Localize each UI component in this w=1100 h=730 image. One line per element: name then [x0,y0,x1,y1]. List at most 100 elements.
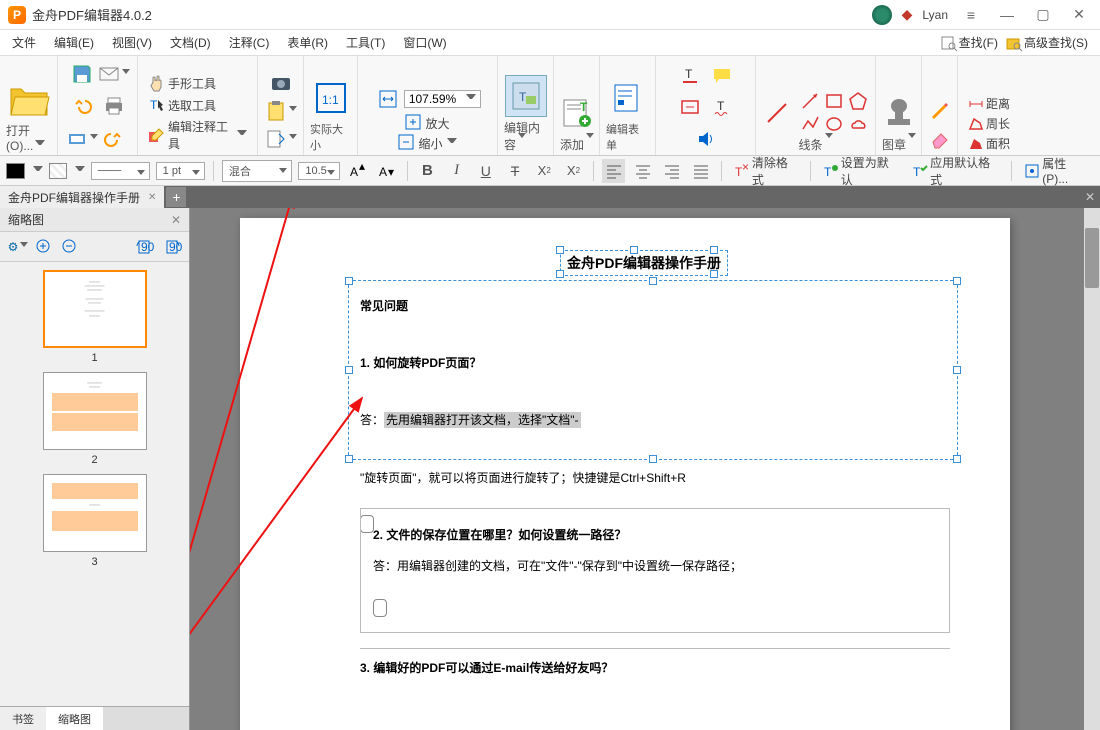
superscript-icon[interactable]: X2 [562,159,585,183]
menu-file[interactable]: 文件 [12,34,36,51]
eraser-icon[interactable] [926,125,954,153]
properties[interactable]: 属性(P)... [1020,154,1094,187]
bookmarks-tab[interactable]: 书签 [0,707,46,730]
canvas[interactable]: 金舟PDF编辑器操作手册 常见问题 1. 如何旋转PDF页面？ 答：先用编辑器打… [190,208,1100,730]
font-size[interactable]: 10.5 [298,162,340,180]
find-button[interactable]: 查找(F) [941,34,998,51]
open-icon[interactable] [8,78,50,120]
zoom-out[interactable]: 缩小 [394,133,460,153]
close-tab-icon[interactable]: ✕ [148,192,156,203]
hand-tool[interactable]: 手形工具 [144,73,220,93]
rotate-cw-icon[interactable]: 90 [161,237,181,257]
stamp-label[interactable]: 图章 [882,134,915,153]
mail-icon[interactable] [100,60,128,88]
new-tab-button[interactable]: + [166,187,186,207]
increase-font-icon[interactable]: A▴ [346,159,369,183]
edit-form-icon[interactable] [607,77,649,119]
doc-body[interactable]: 常见问题 1. 如何旋转PDF页面？ 答：先用编辑器打开该文档，选择"文档"- … [360,292,950,537]
set-default[interactable]: T设置为默认 [819,153,902,189]
font-family[interactable]: 混合 [222,160,293,182]
clear-format[interactable]: T×清除格式 [730,153,802,189]
open-label[interactable]: 打开(O)... [6,120,51,153]
print-icon[interactable] [100,92,128,120]
add-label[interactable]: 添加 [560,134,593,153]
apply-default[interactable]: T应用默认格式 [908,153,1003,189]
highlighter-icon[interactable]: T [676,56,704,57]
rotate-ccw-icon[interactable]: 90 [135,237,155,257]
menu-icon[interactable]: ≡ [958,2,984,28]
sidebar-close-icon[interactable]: ✕ [171,213,181,227]
squiggle-icon[interactable]: T [708,93,736,121]
area-tool[interactable]: 面积 [964,134,1014,153]
align-justify-icon[interactable] [690,159,713,183]
avatar[interactable] [872,5,892,25]
doc-tab[interactable]: 金舟PDF编辑器操作手册✕ [0,186,164,208]
align-left-icon[interactable] [602,159,625,183]
fit-width-icon[interactable] [374,85,402,113]
line-icon[interactable] [764,100,790,126]
bold-icon[interactable]: B [416,159,439,183]
thumb-3[interactable]: ━━━━━━3 [40,474,150,568]
menu-doc[interactable]: 文档(D) [170,34,211,51]
clipboard-icon[interactable] [267,97,295,125]
minimize-button[interactable]: — [994,2,1020,28]
thumbnails-tab[interactable]: 缩略图 [46,707,103,730]
save-icon[interactable] [68,60,96,88]
ellipse-icon[interactable] [824,114,844,134]
textbox-icon[interactable]: T [708,56,736,57]
section-2[interactable]: 2. 文件的保存位置在哪里？如何设置统一路径？ 答：用编辑器创建的文档，可在"文… [360,508,950,633]
actual-size-icon[interactable]: 1:1 [310,77,352,119]
scan-icon[interactable] [68,125,96,153]
section-3[interactable]: 3. 编辑好的PDF可以通过E-mail传送给好友吗？ [360,648,950,676]
gear-icon[interactable]: ⚙ [8,237,28,257]
menu-form[interactable]: 表单(R) [287,34,328,51]
redo-icon[interactable] [100,125,128,153]
cloud-icon[interactable] [848,114,868,134]
menu-comment[interactable]: 注释(C) [229,34,270,51]
poly-icon[interactable] [848,91,868,111]
thumb-2[interactable]: ━━━━━━━━━━━━━━2 [40,372,150,466]
strike-icon[interactable]: T [503,159,526,183]
maximize-button[interactable]: ▢ [1030,2,1056,28]
lines-label[interactable]: 线条 [798,134,832,153]
undo-icon[interactable] [68,92,96,120]
doc-heading[interactable]: 金舟PDF编辑器操作手册 [560,250,728,276]
align-center-icon[interactable] [631,159,654,183]
menu-tools[interactable]: 工具(T) [346,34,385,51]
distance-tool[interactable]: 距离 [964,94,1014,113]
link-icon[interactable] [676,93,704,121]
sound-icon[interactable] [692,125,720,153]
add-icon[interactable]: T [556,92,598,134]
zoom-in-thumb-icon[interactable] [34,237,54,257]
camera-icon[interactable] [267,69,295,97]
close-button[interactable]: ✕ [1066,2,1092,28]
scrollbar-vertical[interactable] [1084,208,1100,730]
zoom-out-thumb-icon[interactable] [60,237,80,257]
align-right-icon[interactable] [660,159,683,183]
attach-icon[interactable] [267,125,295,153]
underline-icon[interactable]: T [676,61,704,89]
tabs-close-icon[interactable]: ✕ [1080,187,1100,207]
polyline-icon[interactable] [800,114,820,134]
menu-edit[interactable]: 编辑(E) [54,34,94,51]
menu-view[interactable]: 视图(V) [112,34,152,51]
zoom-in[interactable]: 放大 [401,113,453,133]
username[interactable]: Lyan [922,8,948,22]
decrease-font-icon[interactable]: A▾ [376,159,399,183]
line-style[interactable]: ─── [91,162,150,180]
edit-content-label[interactable]: 编辑内容 [504,117,547,153]
a1-highlighted[interactable]: 先用编辑器打开该文档，选择"文档"- [384,412,581,428]
menu-window[interactable]: 窗口(W) [403,34,446,51]
subscript-icon[interactable]: X2 [533,159,556,183]
thumb-1[interactable]: ━━━━━━━━━━━━━━━━━━━━━━━━━━━━━━━━━━━━━━━━… [40,270,150,364]
pencil-icon[interactable] [926,97,954,125]
select-tool[interactable]: T选取工具 [144,95,220,115]
rect-icon[interactable] [824,91,844,111]
underline-icon[interactable]: U [474,159,497,183]
zoom-value[interactable]: 107.59% [404,90,481,108]
line-weight[interactable]: 1 pt [156,162,205,180]
italic-icon[interactable]: I [445,159,468,183]
adv-find-button[interactable]: 高级查找(S) [1006,34,1088,51]
edit-content-icon[interactable]: T [505,75,547,117]
stamp-icon[interactable] [878,92,920,134]
